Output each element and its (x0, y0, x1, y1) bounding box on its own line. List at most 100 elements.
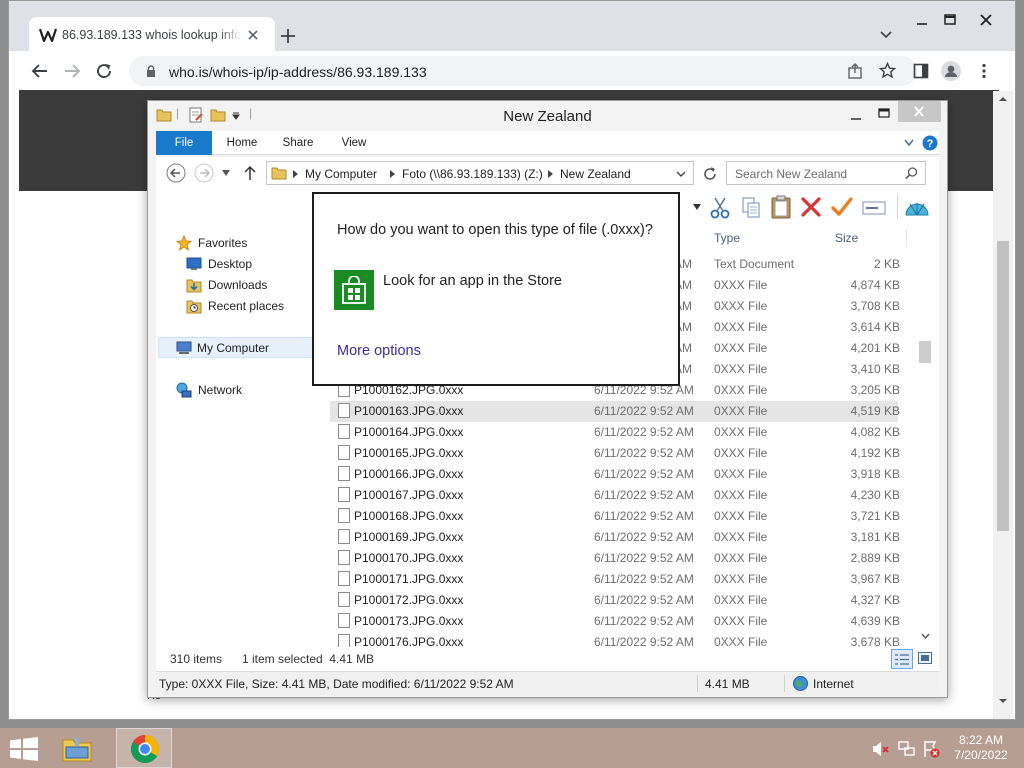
file-name: P1000165.JPG.0xxx (354, 446, 464, 460)
nav-back-icon[interactable] (166, 163, 186, 183)
copy-icon[interactable] (740, 196, 762, 220)
tab-view[interactable]: View (330, 131, 378, 155)
windows-start-icon[interactable] (10, 737, 38, 761)
tab-home[interactable]: Home (218, 131, 266, 155)
taskbar-clock[interactable]: 8:22 AM 7/20/2022 (942, 733, 1020, 763)
file-name: P1000173.JPG.0xxx (354, 614, 464, 628)
file-list-scroll-thumb[interactable] (919, 341, 931, 363)
file-row-selected[interactable]: P1000163.JPG.0xxx 6/11/2022 9:52 AM 0XXX F… (330, 401, 900, 422)
file-date: 6/11/2022 9:52 AM (594, 614, 694, 628)
network-status-icon[interactable] (898, 740, 916, 758)
delete-icon[interactable] (800, 196, 822, 218)
browser-close-icon[interactable] (971, 11, 1001, 29)
file-row[interactable]: P1000168.JPG.0xxx 6/11/2022 9:52 AM 0XXX F… (330, 506, 900, 527)
breadcrumb-new-zealand[interactable]: New Zealand (560, 167, 631, 181)
clock-time: 8:22 AM (958, 733, 1004, 747)
address-row: My Computer Foto (\\86.93.189.133) (Z:) … (156, 157, 939, 191)
paste-icon[interactable] (770, 195, 792, 219)
nav-label: Desktop (208, 257, 253, 271)
refresh-icon[interactable] (702, 166, 718, 182)
file-icon (338, 424, 350, 439)
file-row[interactable]: P1000166.JPG.0xxx 6/11/2022 9:52 AM 0XXX F… (330, 464, 900, 485)
file-date: 6/11/2022 9:52 AM (594, 488, 694, 502)
side-panel-icon[interactable] (913, 63, 929, 79)
recent-locations-icon[interactable] (222, 170, 230, 176)
checkmark-icon[interactable] (830, 195, 854, 219)
browser-maximize-icon[interactable] (937, 11, 963, 29)
file-row[interactable]: P1000170.JPG.0xxx 6/11/2022 9:52 AM 0XXX F… (330, 548, 900, 569)
file-row[interactable]: P1000172.JPG.0xxx 6/11/2022 9:52 AM 0XXX F… (330, 590, 900, 611)
search-icon[interactable] (905, 167, 918, 180)
file-list-scrollbar[interactable] (916, 341, 934, 647)
column-header-type[interactable]: Type (714, 225, 740, 251)
profile-avatar-icon[interactable] (941, 61, 961, 81)
new-tab-icon[interactable] (279, 27, 297, 45)
ribbon-expand-icon[interactable] (904, 139, 914, 147)
search-box[interactable]: Search New Zealand (726, 161, 926, 185)
file-size: 3,410 KB (850, 362, 900, 376)
browser-tab[interactable]: 86.93.189.133 whois lookup infor (29, 17, 275, 53)
file-row[interactable]: P1000176.JPG.0xxx 6/11/2022 9:52 AM 0XXX F… (330, 632, 900, 647)
nav-forward-icon[interactable] (194, 163, 214, 183)
rename-icon[interactable] (862, 199, 886, 217)
lock-icon[interactable] (146, 65, 156, 77)
tab-file[interactable]: File (156, 131, 212, 155)
details-view-button[interactable] (891, 649, 913, 669)
scroll-down-icon[interactable] (998, 698, 1008, 704)
breadcrumb-foto-drive[interactable]: Foto (\\86.93.189.133) (Z:) (402, 167, 543, 181)
address-bar[interactable]: who.is/whois-ip/ip-address/86.93.189.133 (129, 56, 917, 86)
kebab-menu-icon[interactable] (981, 63, 987, 79)
bookmark-star-icon[interactable] (879, 62, 896, 79)
file-size: 3,614 KB (850, 320, 900, 334)
file-scroll-down-icon[interactable] (921, 633, 930, 639)
forward-arrow-icon[interactable] (63, 62, 81, 80)
back-arrow-icon[interactable] (31, 62, 49, 80)
nav-my-computer[interactable]: My Computer (158, 337, 316, 358)
file-row[interactable]: P1000165.JPG.0xxx 6/11/2022 9:52 AM 0XXX F… (330, 443, 900, 464)
breadcrumb-chevron-icon[interactable] (548, 170, 553, 178)
explorer-titlebar[interactable]: | | New Zealand (148, 101, 947, 131)
file-row[interactable]: P1000171.JPG.0xxx 6/11/2022 9:52 AM 0XXX F… (330, 569, 900, 590)
details-view-icon (895, 654, 909, 665)
breadcrumb-my-computer[interactable]: My Computer (305, 167, 377, 181)
store-option-label[interactable]: Look for an app in the Store (383, 273, 562, 289)
taskbar-file-explorer[interactable] (54, 730, 100, 766)
maximize-icon[interactable] (874, 107, 894, 123)
browser-minimize-icon[interactable] (909, 11, 935, 29)
more-options-link[interactable]: More options (337, 343, 421, 359)
file-name: P1000168.JPG.0xxx (354, 509, 464, 523)
page-scrollbar[interactable] (993, 91, 1013, 719)
breadcrumb-chevron-icon[interactable] (390, 170, 395, 178)
action-center-flag-icon[interactable] (922, 740, 940, 758)
close-icon[interactable] (912, 105, 926, 118)
address-dropdown-icon[interactable] (676, 171, 686, 177)
page-scroll-thumb[interactable] (997, 241, 1009, 531)
url-text: who.is/whois-ip/ip-address/86.93.189.133 (169, 64, 427, 80)
tab-share[interactable]: Share (274, 131, 322, 155)
breadcrumb-chevron-icon[interactable] (293, 170, 298, 178)
command-dropdown-icon[interactable] (693, 204, 701, 210)
up-arrow-icon[interactable] (244, 165, 256, 181)
reload-icon[interactable] (95, 62, 113, 80)
file-explorer-icon (62, 738, 92, 762)
file-row[interactable]: P1000164.JPG.0xxx 6/11/2022 9:52 AM 0XXX F… (330, 422, 900, 443)
tab-search-icon[interactable] (879, 29, 893, 41)
large-icons-view-icon[interactable] (918, 652, 932, 664)
volume-muted-icon[interactable] (872, 741, 890, 757)
file-row[interactable]: P1000167.JPG.0xxx 6/11/2022 9:52 AM 0XXX F… (330, 485, 900, 506)
help-icon[interactable]: ? (922, 135, 938, 151)
share-icon[interactable] (847, 63, 863, 79)
cut-icon[interactable] (709, 196, 731, 220)
file-size: 3,708 KB (850, 299, 900, 313)
file-row[interactable]: P1000169.JPG.0xxx 6/11/2022 9:52 AM 0XXX F… (330, 527, 900, 548)
store-option-tile[interactable] (334, 270, 374, 310)
address-path-box[interactable]: My Computer Foto (\\86.93.189.133) (Z:) … (266, 161, 694, 185)
file-row[interactable]: P1000173.JPG.0xxx 6/11/2022 9:52 AM 0XXX F… (330, 611, 900, 632)
taskbar-chrome[interactable] (116, 728, 172, 768)
close-button[interactable] (898, 101, 941, 122)
scroll-up-icon[interactable] (998, 96, 1008, 102)
minimize-icon[interactable] (846, 107, 866, 123)
share-shell-icon[interactable] (904, 195, 930, 219)
column-header-size[interactable]: Size (835, 225, 858, 251)
tab-close-icon[interactable] (245, 27, 261, 43)
